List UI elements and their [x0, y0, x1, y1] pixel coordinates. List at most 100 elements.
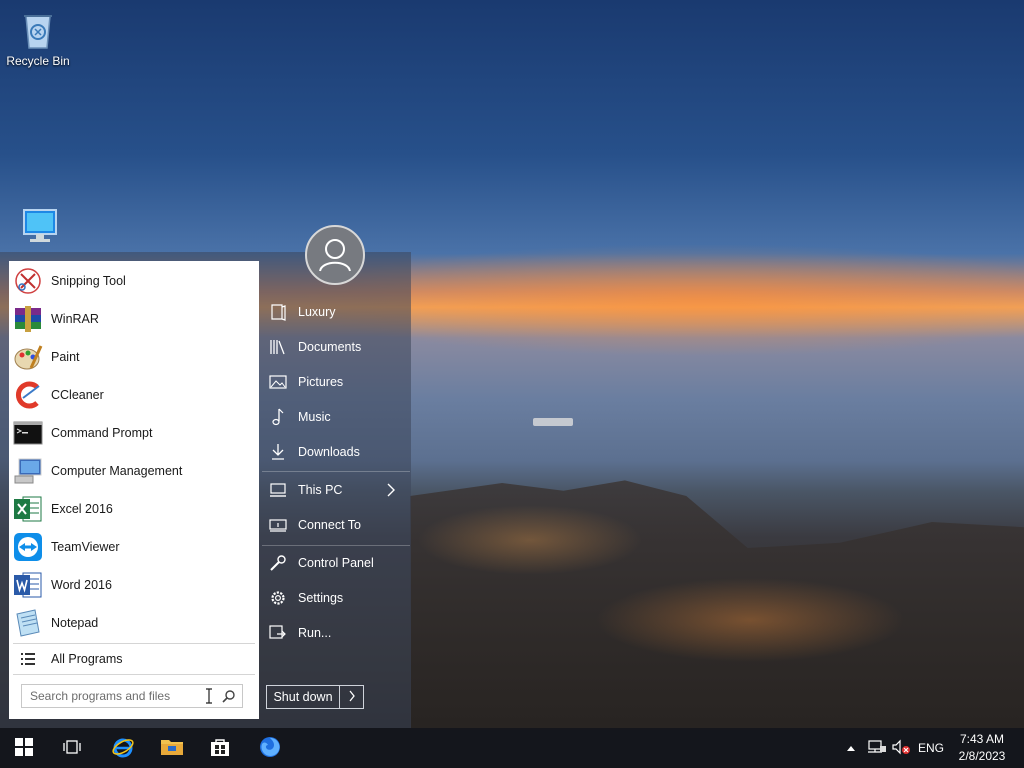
word-icon — [12, 569, 44, 601]
music-icon — [268, 407, 288, 427]
place-item-luxury[interactable]: Luxury — [268, 297, 410, 327]
firefox-button[interactable] — [246, 728, 294, 768]
this-pc-icon — [18, 206, 62, 250]
place-label: Run... — [298, 626, 332, 640]
place-label: This PC — [298, 483, 343, 497]
program-item-computer-management[interactable]: Computer Management — [9, 452, 259, 490]
store-button[interactable] — [196, 728, 244, 768]
program-label: Word 2016 — [51, 578, 112, 592]
program-label: TeamViewer — [51, 540, 120, 554]
store-icon — [209, 736, 231, 761]
all-programs-label: All Programs — [51, 652, 123, 666]
shutdown-options-button[interactable] — [340, 686, 363, 708]
control-panel-icon — [268, 553, 288, 573]
program-item-command-prompt[interactable]: Command Prompt — [9, 414, 259, 452]
program-item-winrar[interactable]: WinRAR — [9, 300, 259, 338]
clock-time: 7:43 AM — [959, 732, 1005, 746]
volume-button[interactable] — [891, 728, 911, 768]
program-label: Command Prompt — [51, 426, 153, 440]
start-button[interactable] — [0, 728, 48, 768]
program-item-teamviewer[interactable]: TeamViewer — [9, 528, 259, 566]
place-label: Downloads — [298, 445, 360, 459]
notepad-icon — [12, 607, 44, 639]
program-label: Computer Management — [51, 464, 183, 478]
desktop-icon-recycle-bin[interactable]: Recycle Bin — [0, 8, 76, 68]
place-label: Luxury — [298, 305, 336, 319]
program-item-paint[interactable]: Paint — [9, 338, 259, 376]
network-status-button[interactable] — [867, 728, 887, 768]
task-view-icon — [62, 739, 82, 758]
windows-logo-icon — [14, 737, 34, 760]
show-hidden-icons-button[interactable] — [846, 728, 856, 768]
text-cursor-icon — [205, 688, 213, 707]
excel-icon — [12, 493, 44, 525]
taskbar: ENG — [0, 728, 1024, 768]
place-item-connect-to[interactable]: Connect To — [268, 510, 410, 540]
program-label: Excel 2016 — [51, 502, 113, 516]
chevron-right-icon — [386, 483, 396, 500]
program-item-notepad[interactable]: Notepad — [9, 604, 259, 642]
place-label: Music — [298, 410, 331, 424]
start-menu-programs-panel: Snipping Tool WinRAR Paint CCleaner Comm… — [9, 261, 259, 719]
folder-icon — [160, 737, 184, 760]
divider — [13, 674, 255, 675]
place-item-documents[interactable]: Documents — [268, 332, 410, 362]
place-label: Settings — [298, 591, 344, 605]
program-item-word[interactable]: Word 2016 — [9, 566, 259, 604]
snipping-tool-icon — [12, 265, 44, 297]
file-explorer-button[interactable] — [148, 728, 196, 768]
place-item-pictures[interactable]: Pictures — [268, 367, 410, 397]
paint-icon — [12, 341, 44, 373]
program-label: WinRAR — [51, 312, 99, 326]
connect-to-icon — [268, 515, 288, 535]
shutdown-button[interactable]: Shut down — [266, 685, 364, 709]
program-item-ccleaner[interactable]: CCleaner — [9, 376, 259, 414]
clock[interactable]: 7:43 AM 2/8/2023 — [950, 731, 1014, 765]
shutdown-label: Shut down — [267, 686, 340, 708]
ccleaner-icon — [12, 379, 44, 411]
computer-icon — [268, 480, 288, 500]
place-label: Documents — [298, 340, 362, 354]
task-view-button[interactable] — [48, 728, 96, 768]
computer-management-icon — [12, 455, 44, 487]
all-programs-button[interactable]: All Programs — [9, 644, 259, 674]
chevron-up-icon — [846, 741, 856, 755]
search-input[interactable]: Search programs and files — [21, 684, 243, 708]
place-item-downloads[interactable]: Downloads — [268, 437, 410, 467]
all-programs-icon — [12, 643, 44, 675]
user-avatar[interactable] — [305, 225, 365, 285]
command-prompt-icon — [12, 417, 44, 449]
internet-explorer-icon — [111, 735, 135, 762]
user-folder-icon — [268, 302, 288, 322]
place-label: Connect To — [298, 518, 362, 532]
program-label: Paint — [51, 350, 80, 364]
program-item-snipping-tool[interactable]: Snipping Tool — [9, 262, 259, 300]
run-icon — [268, 623, 288, 643]
place-label: Pictures — [298, 375, 344, 389]
place-item-music[interactable]: Music — [268, 402, 410, 432]
desktop-icon-this-pc[interactable] — [2, 206, 78, 250]
program-label: Snipping Tool — [51, 274, 126, 288]
pictures-icon — [268, 372, 288, 392]
place-item-this-pc[interactable]: This PC — [268, 475, 410, 505]
divider — [262, 471, 410, 472]
program-label: CCleaner — [51, 388, 104, 402]
wallpaper-ship — [533, 418, 573, 426]
clock-date: 2/8/2023 — [958, 749, 1006, 763]
search-placeholder: Search programs and files — [30, 689, 171, 703]
place-label: Control Panel — [298, 556, 374, 570]
place-item-settings[interactable]: Settings — [268, 583, 410, 613]
winrar-icon — [12, 303, 44, 335]
place-item-control-panel[interactable]: Control Panel — [268, 548, 410, 578]
documents-icon — [268, 337, 288, 357]
language-indicator[interactable]: ENG — [918, 728, 944, 768]
search-icon[interactable] — [222, 689, 236, 706]
program-item-excel[interactable]: Excel 2016 — [9, 490, 259, 528]
desktop-icon-label: Recycle Bin — [6, 54, 70, 68]
place-item-run[interactable]: Run... — [268, 618, 410, 648]
downloads-icon — [268, 442, 288, 462]
chevron-right-icon — [348, 690, 356, 705]
settings-icon — [268, 588, 288, 608]
internet-explorer-button[interactable] — [99, 728, 147, 768]
volume-muted-icon — [891, 739, 911, 758]
